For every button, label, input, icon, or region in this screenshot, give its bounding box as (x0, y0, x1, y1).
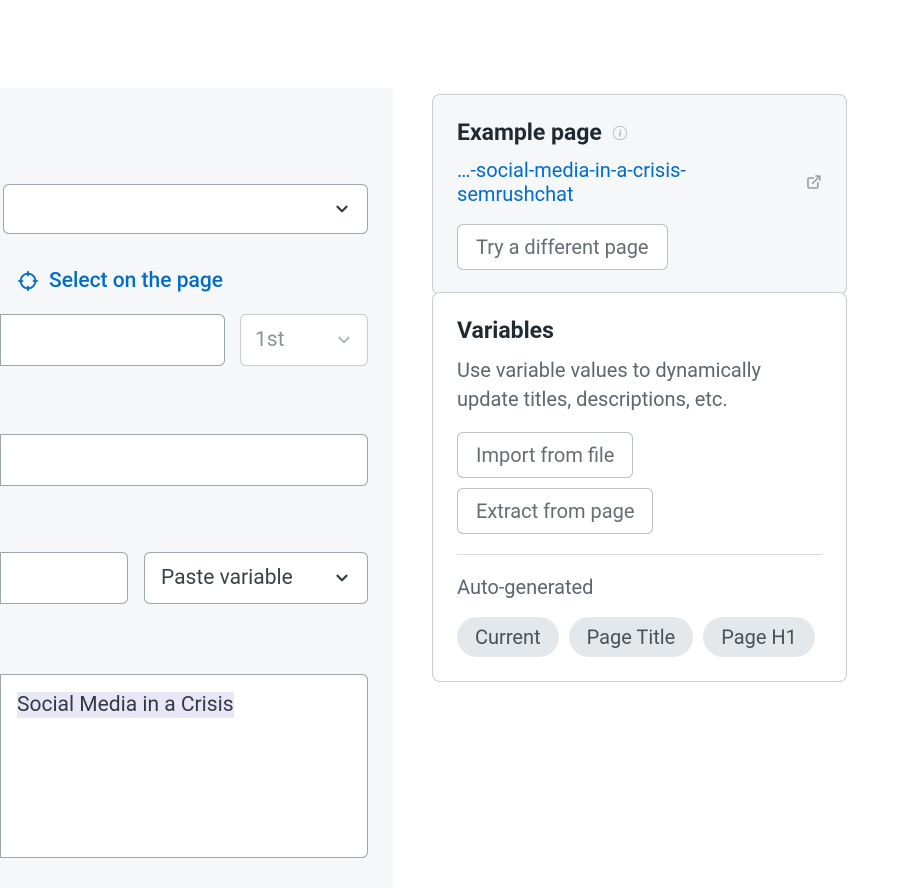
auto-generated-label: Auto-generated (457, 575, 822, 599)
chevron-down-icon (333, 569, 351, 587)
variable-chip-page-title[interactable]: Page Title (569, 617, 694, 657)
example-page-title-text: Example page (457, 119, 602, 146)
external-link-icon (806, 174, 822, 190)
example-page-card: Example page i …-social-media-in-a-crisi… (432, 94, 847, 295)
select-on-page-label: Select on the page (49, 269, 223, 293)
select-on-page-link[interactable]: Select on the page (17, 269, 223, 293)
chip-row: Current Page Title Page H1 (457, 617, 822, 657)
paste-variable-label: Paste variable (161, 566, 293, 590)
paste-variable-select[interactable]: Paste variable (144, 552, 368, 604)
crosshair-icon (17, 270, 39, 292)
textarea-highlighted-value: Social Media in a Crisis (17, 692, 234, 718)
variables-subtext: Use variable values to dynamically updat… (457, 356, 822, 414)
selector-input[interactable] (0, 314, 225, 366)
variables-title-text: Variables (457, 317, 554, 344)
variable-chip-page-h1[interactable]: Page H1 (703, 617, 815, 657)
select-field-1[interactable] (3, 184, 368, 234)
short-input[interactable] (0, 552, 128, 604)
divider (457, 554, 822, 555)
ordinal-select[interactable]: 1st (240, 314, 368, 366)
example-page-title: Example page i (457, 119, 822, 146)
import-from-file-button[interactable]: Import from file (457, 432, 633, 478)
extract-from-page-button[interactable]: Extract from page (457, 488, 653, 534)
content-textarea[interactable]: Social Media in a Crisis (0, 674, 368, 858)
example-page-link[interactable]: …-social-media-in-a-crisis-semrushchat (457, 158, 822, 206)
wide-input[interactable] (0, 434, 368, 486)
variables-button-row: Import from file Extract from page (457, 432, 822, 534)
variables-title: Variables (457, 317, 822, 344)
example-page-link-text: …-social-media-in-a-crisis-semrushchat (457, 158, 798, 206)
variable-chip-current[interactable]: Current (457, 617, 559, 657)
chevron-down-icon (333, 200, 351, 218)
try-different-page-button[interactable]: Try a different page (457, 224, 668, 270)
ordinal-value: 1st (255, 328, 285, 352)
chevron-down-icon (335, 331, 353, 349)
variables-card: Variables Use variable values to dynamic… (432, 292, 847, 682)
info-icon[interactable]: i (612, 125, 628, 141)
left-form-panel: Select on the page 1st Paste variable So… (0, 88, 393, 888)
svg-text:i: i (619, 129, 622, 139)
